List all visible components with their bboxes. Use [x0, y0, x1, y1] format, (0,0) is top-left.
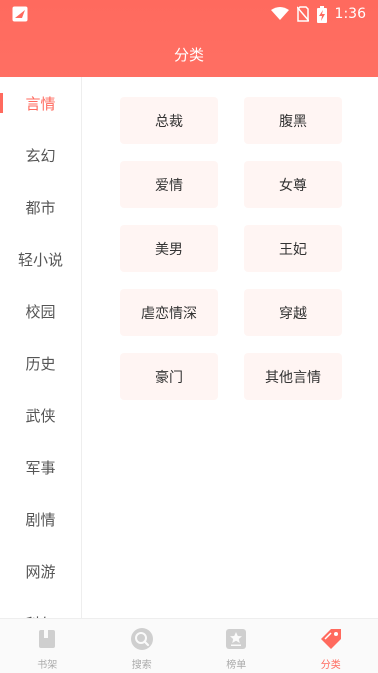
no-sim-icon — [296, 6, 309, 22]
category-sidebar[interactable]: 言情 玄幻 都市 轻小说 校园 历史 武侠 军事 剧情 网游 科幻 — [0, 77, 82, 618]
sidebar-item-drama[interactable]: 剧情 — [0, 493, 81, 545]
sidebar-item-online-game[interactable]: 网游 — [0, 545, 81, 597]
status-bar: 1:36 — [0, 0, 378, 28]
app-header: 1:36 分类 — [0, 0, 378, 77]
sidebar-item-dushi[interactable]: 都市 — [0, 181, 81, 233]
category-button-nuelian[interactable]: 虐恋情深 — [120, 289, 218, 336]
sidebar-item-scifi[interactable]: 科幻 — [0, 597, 81, 619]
category-button-fuhei[interactable]: 腹黑 — [244, 97, 342, 144]
page-title: 分类 — [173, 46, 204, 64]
tab-ranking[interactable]: 榜单 — [189, 619, 284, 673]
wifi-icon — [270, 7, 289, 20]
subcategory-grid: 总裁 腹黑 爱情 女尊 美男 王妃 虐恋情深 穿越 豪门 其他言情 — [120, 97, 342, 400]
bottom-tab-bar: 书架 搜索 榜单 分类 — [0, 618, 378, 673]
sidebar-item-campus[interactable]: 校园 — [0, 285, 81, 337]
sidebar-item-xuanhuan[interactable]: 玄幻 — [0, 129, 81, 181]
sidebar-item-yanqing[interactable]: 言情 — [0, 77, 81, 129]
sidebar-item-military[interactable]: 军事 — [0, 441, 81, 493]
category-button-haomen[interactable]: 豪门 — [120, 353, 218, 400]
category-button-wangfei[interactable]: 王妃 — [244, 225, 342, 272]
sidebar-item-wuxia[interactable]: 武侠 — [0, 389, 81, 441]
category-tag-icon — [320, 629, 341, 649]
tab-label: 书架 — [37, 660, 58, 671]
tab-label: 榜单 — [226, 660, 247, 671]
tab-search[interactable]: 搜索 — [95, 619, 190, 673]
status-time: 1:36 — [334, 6, 366, 22]
bookshelf-icon — [39, 630, 56, 648]
ranking-icon — [226, 629, 247, 649]
app-notification-icon — [12, 6, 28, 22]
sidebar-item-light-novel[interactable]: 轻小说 — [0, 233, 81, 285]
tab-category[interactable]: 分类 — [284, 619, 378, 673]
category-button-aiqing[interactable]: 爱情 — [120, 161, 218, 208]
battery-charging-icon — [316, 5, 327, 23]
tab-bookshelf[interactable]: 书架 — [0, 619, 95, 673]
category-button-other-romance[interactable]: 其他言情 — [244, 353, 342, 400]
category-button-zongcai[interactable]: 总裁 — [120, 97, 218, 144]
tab-label: 分类 — [320, 660, 341, 671]
search-icon — [130, 628, 153, 650]
category-button-chuanyue[interactable]: 穿越 — [244, 289, 342, 336]
tab-label: 搜索 — [131, 660, 152, 671]
category-button-nvzun[interactable]: 女尊 — [244, 161, 342, 208]
category-button-meinan[interactable]: 美男 — [120, 225, 218, 272]
sidebar-item-history[interactable]: 历史 — [0, 337, 81, 389]
